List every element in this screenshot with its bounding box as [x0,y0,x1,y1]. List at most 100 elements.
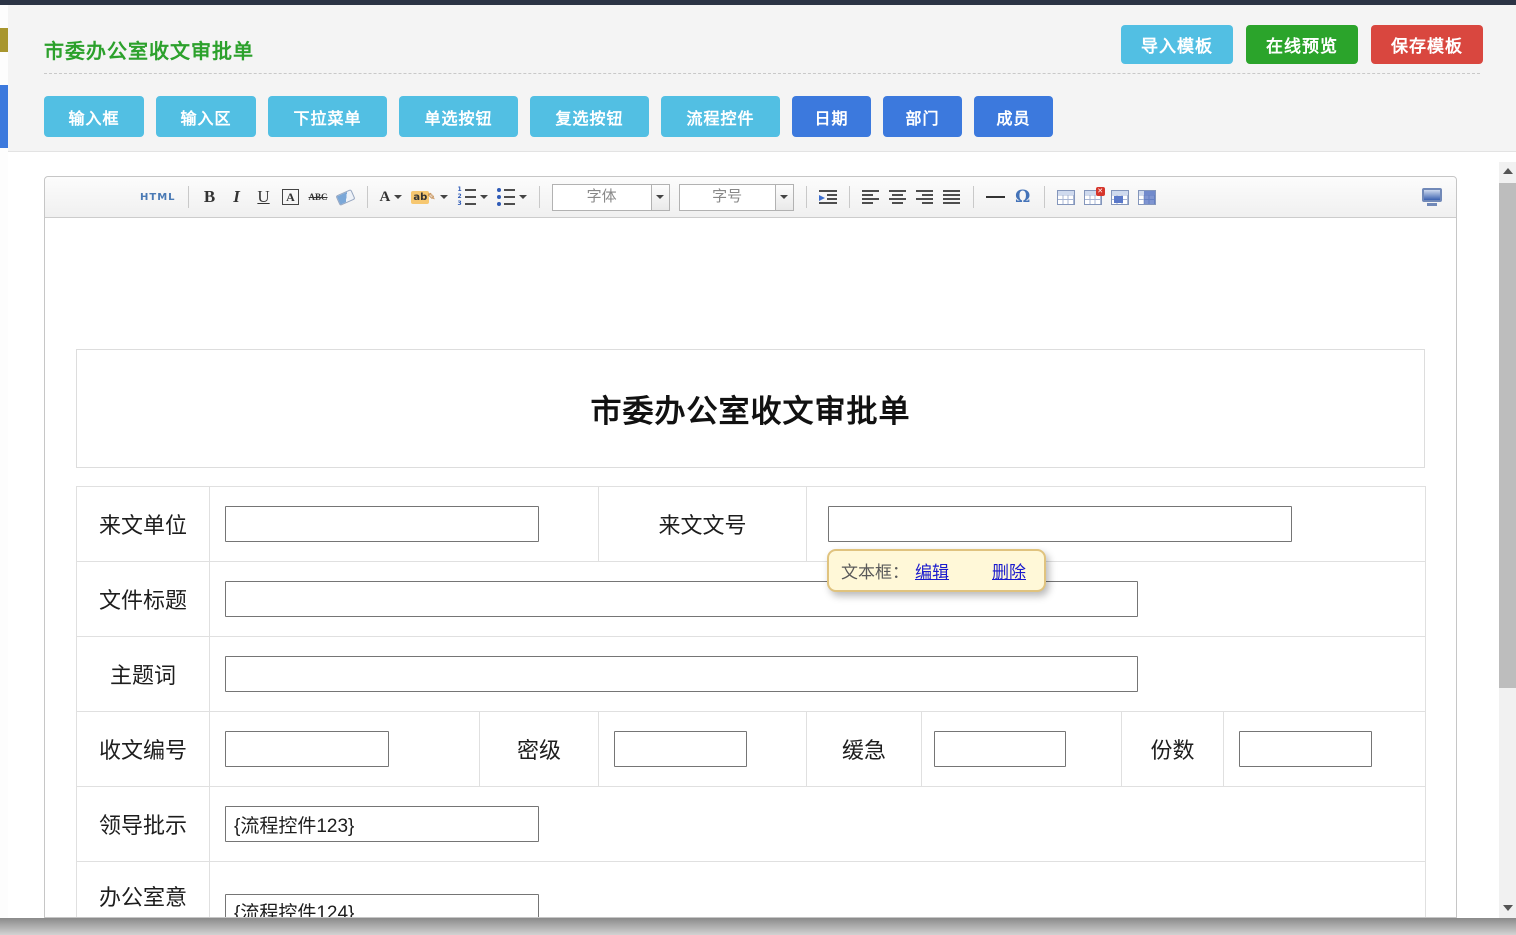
keywords-label: 主题词 [77,637,210,712]
incoming-unit-label: 来文单位 [77,487,210,562]
secrecy-label: 密级 [480,712,599,787]
remove-format-eraser-icon[interactable] [337,185,355,209]
underline-icon[interactable]: U [255,185,273,209]
table-row: 来文单位 来文文号 [77,487,1426,562]
add-department-button[interactable]: 部门 [883,96,962,137]
designer-header: 市委办公室收文审批单 导入模板 在线预览 保存模板 输入框 输入区 下拉菜单 单… [8,5,1516,152]
doc-number-input[interactable] [828,506,1292,542]
background-fragment [0,28,8,52]
copies-input[interactable] [1239,731,1372,767]
urgency-input[interactable] [934,731,1066,767]
scrollbar-thumb[interactable] [1499,183,1516,688]
chevron-down-icon [519,195,527,199]
chevron-down-icon [394,195,402,199]
align-right-icon[interactable] [916,185,934,209]
strikethrough-icon[interactable]: ABC [309,185,328,209]
leader-comment-label: 领导批示 [77,787,210,862]
receipt-no-input[interactable] [225,731,389,767]
font-border-icon[interactable]: A [282,189,299,205]
align-left-icon[interactable] [862,185,880,209]
window-bottom-edge [0,918,1516,935]
header-divider [44,73,1480,74]
delete-table-icon[interactable] [1084,185,1102,209]
toolbar-separator [188,186,189,208]
chevron-down-icon [440,195,448,199]
rich-text-editor: HTML B I U A ABC A ab✎ 1 2 3 [44,176,1457,918]
form-table: 来文单位 来文文号 文件标题 主题词 收文编号 [76,486,1426,917]
scroll-up-arrow[interactable] [1499,162,1516,179]
field-control-buttons: 输入框 输入区 下拉菜单 单选按钮 复选按钮 流程控件 日期 部门 成员 [44,96,1053,137]
font-size-select[interactable]: 字号 [679,184,794,211]
scroll-down-arrow[interactable] [1499,899,1516,916]
doc-number-label: 来文文号 [599,487,807,562]
table-row: 领导批示 [77,787,1426,862]
incoming-unit-input[interactable] [225,506,539,542]
editor-toolbar: HTML B I U A ABC A ab✎ 1 2 3 [45,177,1456,218]
vertical-scrollbar[interactable] [1499,162,1516,918]
insert-table-icon[interactable] [1057,185,1075,209]
copies-label: 份数 [1122,712,1224,787]
toolbar-separator [539,186,540,208]
form-template: 市委办公室收文审批单 来文单位 来文文号 文件标题 [76,349,1425,917]
italic-icon[interactable]: I [228,185,246,209]
delete-field-link[interactable]: 删除 [992,558,1026,583]
page-title: 市委办公室收文审批单 [44,35,254,64]
add-flow-control-button[interactable]: 流程控件 [661,96,780,137]
special-character-icon[interactable]: Ω [1014,185,1032,209]
horizontal-rule-icon[interactable] [986,185,1005,209]
fullscreen-icon[interactable] [1422,188,1442,206]
cell-properties-icon[interactable] [1111,185,1129,209]
bullet-list-icon[interactable] [497,185,527,209]
office-opinion-input[interactable] [225,894,539,918]
toolbar-separator [1044,186,1045,208]
align-justify-icon[interactable] [943,185,961,209]
urgency-label: 缓急 [807,712,922,787]
toolbar-separator [973,186,974,208]
add-checkbox-button[interactable]: 复选按钮 [530,96,649,137]
form-title: 市委办公室收文审批单 [591,386,911,431]
chevron-down-icon [480,195,488,199]
edit-field-link[interactable]: 编辑 [915,558,949,583]
field-action-tooltip: 文本框： 编辑 删除 [827,549,1046,592]
window-top-edge [0,0,1516,5]
tooltip-label: 文本框： [841,558,909,583]
add-radio-button[interactable]: 单选按钮 [399,96,518,137]
form-title-box: 市委办公室收文审批单 [76,349,1425,468]
background-fragment [0,85,8,148]
table-row: 文件标题 [77,562,1426,637]
highlight-color-icon[interactable]: ab✎ [411,185,447,209]
doc-title-label: 文件标题 [77,562,210,637]
add-member-button[interactable]: 成员 [974,96,1053,137]
font-family-select[interactable]: 字体 [552,184,670,211]
table-row: 收文编号 密级 缓急 份数 [77,712,1426,787]
chevron-down-icon [775,185,793,210]
add-dropdown-button[interactable]: 下拉菜单 [268,96,387,137]
table-properties-icon[interactable] [1138,185,1156,209]
secrecy-input[interactable] [614,731,747,767]
bold-icon[interactable]: B [201,185,219,209]
header-actions: 导入模板 在线预览 保存模板 [1121,25,1483,64]
source-code-icon[interactable]: HTML [140,185,176,209]
font-color-icon[interactable]: A [380,185,403,209]
page-left-edge [0,5,8,918]
template-designer-panel: 市委办公室收文审批单 导入模板 在线预览 保存模板 输入框 输入区 下拉菜单 单… [8,5,1516,918]
eraser-icon [336,189,356,206]
table-row: 办公室意见 [77,862,1426,918]
ordered-list-icon[interactable]: 1 2 3 [457,185,488,209]
import-template-button[interactable]: 导入模板 [1121,25,1233,64]
editor-canvas[interactable]: 市委办公室收文审批单 来文单位 来文文号 文件标题 [45,219,1456,917]
add-date-button[interactable]: 日期 [792,96,871,137]
receipt-no-label: 收文编号 [77,712,210,787]
indent-icon[interactable] [819,185,837,209]
online-preview-button[interactable]: 在线预览 [1246,25,1358,64]
table-row: 主题词 [77,637,1426,712]
pencil-icon: ✎ [427,192,435,203]
align-center-icon[interactable] [889,185,907,209]
toolbar-separator [367,186,368,208]
keywords-input[interactable] [225,656,1138,692]
leader-comment-input[interactable] [225,806,539,842]
toolbar-separator [849,186,850,208]
add-input-box-button[interactable]: 输入框 [44,96,144,137]
add-input-area-button[interactable]: 输入区 [156,96,256,137]
save-template-button[interactable]: 保存模板 [1371,25,1483,64]
